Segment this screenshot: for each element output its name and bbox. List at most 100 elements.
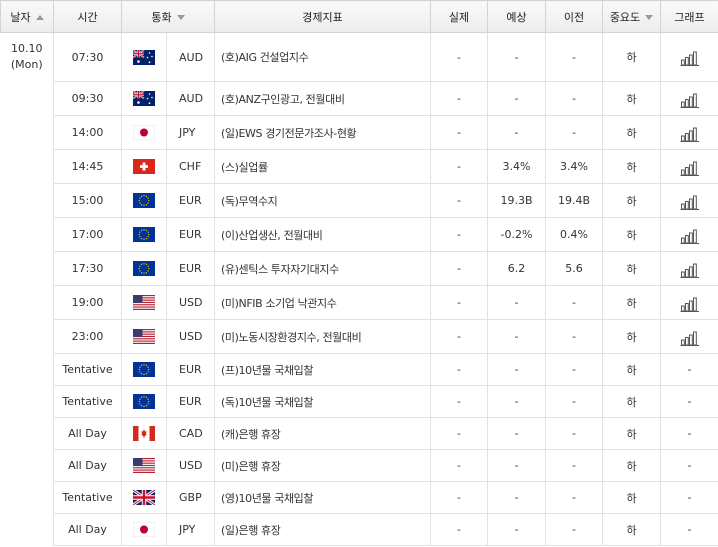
currency-cell: USD (166, 285, 215, 320)
indicator-cell[interactable]: (호)ANZ구인광고, 전월대비 (214, 81, 431, 116)
graph-cell: - (660, 481, 718, 514)
currency-cell: USD (166, 319, 215, 354)
forecast-cell: - (487, 481, 546, 514)
forecast-cell: - (487, 115, 546, 150)
indicator-cell[interactable]: (호)AIG 건설업지수 (214, 32, 431, 82)
indicator-cell[interactable]: (유)센틱스 투자자기대지수 (214, 251, 431, 286)
indicator-cell[interactable]: (독)무역수지 (214, 183, 431, 218)
eu-flag-icon (133, 227, 155, 242)
indicator-cell[interactable]: (이)산업생산, 전월대비 (214, 217, 431, 252)
bar-chart-icon[interactable] (680, 294, 700, 312)
actual-cell: - (430, 149, 488, 184)
indicator-cell[interactable]: (일)은행 휴장 (214, 513, 431, 546)
indicator-cell[interactable]: (캐)은행 휴장 (214, 417, 431, 450)
importance-cell: 하 (602, 417, 661, 450)
graph-cell: - (660, 385, 718, 418)
indicator-cell[interactable]: (미)NFIB 소기업 낙관지수 (214, 285, 431, 320)
currency-cell: EUR (166, 385, 215, 418)
forecast-cell: 3.4% (487, 149, 546, 184)
graph-cell (660, 81, 718, 116)
table-row: 17:30 EUR (유)센틱스 투자자기대지수 -6.2 5.6 하 (1, 251, 718, 286)
graph-cell (660, 183, 718, 218)
table-row: 15:00 EUR (독)무역수지 -19.3B 19.4B 하 (1, 183, 718, 218)
indicator-cell[interactable]: (일)EWS 경기전문가조사-현황 (214, 115, 431, 150)
forecast-column-header: 예상 (487, 0, 546, 33)
table-row: 09:30 AUD (호)ANZ구인광고, 전월대비 - - - 하 (1, 81, 718, 116)
actual-cell: - (430, 513, 488, 546)
previous-cell: - (545, 81, 603, 116)
previous-cell: - (545, 353, 603, 386)
currency-column-header[interactable]: 통화 (121, 0, 215, 33)
bar-chart-icon[interactable] (680, 226, 700, 244)
flag-cell (121, 251, 167, 286)
graph-cell (660, 251, 718, 286)
previous-column-header: 이전 (545, 0, 603, 33)
table-row: Tentative EUR (독)10년물 국채입찰 - - - 하 - (1, 385, 718, 418)
forecast-cell: - (487, 32, 546, 82)
importance-column-header[interactable]: 중요도 (602, 0, 661, 33)
indicator-cell[interactable]: (미)노동시장환경지수, 전월대비 (214, 319, 431, 354)
bar-chart-icon[interactable] (680, 192, 700, 210)
currency-cell: EUR (166, 251, 215, 286)
bar-chart-icon[interactable] (680, 260, 700, 278)
flag-cell (121, 449, 167, 482)
flag-cell (121, 81, 167, 116)
previous-cell: - (545, 513, 603, 546)
importance-cell: 하 (602, 183, 661, 218)
flag-cell (121, 149, 167, 184)
time-cell: All Day (53, 449, 122, 482)
time-cell: 14:00 (53, 115, 122, 150)
indicator-cell[interactable]: (독)10년물 국채입찰 (214, 385, 431, 418)
previous-cell: 5.6 (545, 251, 603, 286)
date-column-header[interactable]: 날자 (0, 0, 54, 33)
bar-chart-icon[interactable] (680, 124, 700, 142)
importance-cell: 하 (602, 81, 661, 116)
actual-cell: - (430, 319, 488, 354)
bar-chart-icon[interactable] (680, 48, 700, 66)
currency-cell: EUR (166, 217, 215, 252)
table-row: 19:00 USD (미)NFIB 소기업 낙관지수 - - - 하 (1, 285, 718, 320)
actual-cell: - (430, 32, 488, 82)
importance-cell: 하 (602, 481, 661, 514)
importance-cell: 하 (602, 285, 661, 320)
time-cell: 17:00 (53, 217, 122, 252)
bar-chart-icon[interactable] (680, 328, 700, 346)
graph-cell (660, 285, 718, 320)
time-cell: All Day (53, 417, 122, 450)
flag-cell (121, 285, 167, 320)
australia-flag-icon (133, 50, 155, 65)
previous-cell: - (545, 449, 603, 482)
forecast-cell: - (487, 385, 546, 418)
actual-cell: - (430, 285, 488, 320)
japan-flag-icon (133, 125, 155, 140)
previous-cell: - (545, 115, 603, 150)
bar-chart-icon[interactable] (680, 90, 700, 108)
flag-cell (121, 481, 167, 514)
previous-cell: - (545, 417, 603, 450)
actual-cell: - (430, 183, 488, 218)
currency-cell: AUD (166, 81, 215, 116)
currency-cell: USD (166, 449, 215, 482)
previous-cell: - (545, 32, 603, 82)
importance-cell: 하 (602, 353, 661, 386)
forecast-cell: - (487, 513, 546, 546)
importance-cell: 하 (602, 385, 661, 418)
graph-cell (660, 32, 718, 82)
flag-cell (121, 353, 167, 386)
indicator-cell[interactable]: (프)10년물 국채입찰 (214, 353, 431, 386)
table-row: All Day USD (미)은행 휴장 - - - 하 - (1, 449, 718, 482)
forecast-cell: 19.3B (487, 183, 546, 218)
flag-cell (121, 183, 167, 218)
sort-asc-icon (35, 15, 44, 20)
indicator-cell[interactable]: (스)실업률 (214, 149, 431, 184)
previous-cell: - (545, 285, 603, 320)
flag-cell (121, 217, 167, 252)
indicator-cell[interactable]: (미)은행 휴장 (214, 449, 431, 482)
indicator-cell[interactable]: (영)10년물 국채입찰 (214, 481, 431, 514)
importance-cell: 하 (602, 115, 661, 150)
graph-cell (660, 319, 718, 354)
dropdown-arrow-icon (176, 15, 185, 20)
currency-cell: CHF (166, 149, 215, 184)
bar-chart-icon[interactable] (680, 158, 700, 176)
graph-cell: - (660, 513, 718, 546)
